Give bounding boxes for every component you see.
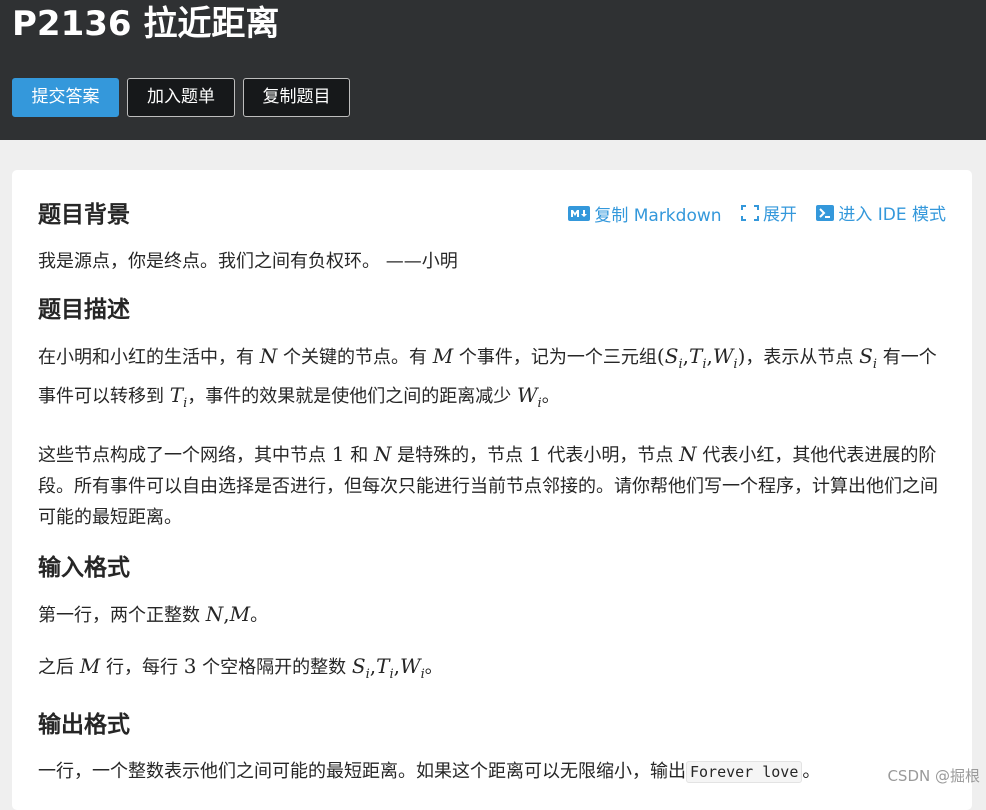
description-paragraph-2: 这些节点构成了一个网络，其中节点 1 和 N 是特殊的，节点 1 代表小明，节点… — [38, 439, 948, 533]
input-line-1: 第一行，两个正整数 N,M。 — [38, 599, 948, 631]
copy-problem-button[interactable]: 复制题目 — [243, 78, 350, 117]
math-w-i: Wi — [517, 383, 542, 407]
add-to-list-button[interactable]: 加入题单 — [127, 78, 235, 117]
background-heading: 题目背景 — [38, 198, 948, 232]
problem-title: P2136 拉近距离 — [12, 4, 279, 44]
math-n: N — [260, 344, 278, 368]
input-line-2: 之后 M 行，每行 3 个空格隔开的整数 Si,Ti,Wi。 — [38, 651, 948, 690]
input-heading: 输入格式 — [38, 551, 948, 585]
forever-love-code: Forever love — [686, 761, 802, 783]
description-paragraph-1: 在小明和小红的生活中，有 N 个关键的节点。有 M 个事件，记为一个三元组(Si… — [38, 341, 948, 419]
math-t-i: Ti — [170, 383, 188, 407]
description-heading: 题目描述 — [38, 293, 948, 327]
output-text: 一行，一个整数表示他们之间可能的最短距离。如果这个距离可以无限缩小，输出Fore… — [38, 756, 948, 788]
submit-answer-button[interactable]: 提交答案 — [12, 78, 119, 117]
problem-header: P2136 拉近距离 提交答案 加入题单 复制题目 — [0, 0, 986, 140]
output-heading: 输出格式 — [38, 708, 948, 742]
problem-card: 复制 Markdown 展开 进入 IDE 模式 题目背景 我是源点，你是终点。… — [12, 170, 972, 810]
watermark: CSDN @掘根 — [887, 765, 980, 786]
math-triple: (Si,Ti,Wi) — [657, 344, 745, 368]
math-m: M — [433, 344, 453, 368]
background-text: 我是源点，你是终点。我们之间有负权环。 ——小明 — [38, 246, 948, 277]
problem-content: 题目背景 我是源点，你是终点。我们之间有负权环。 ——小明 题目描述 在小明和小… — [38, 196, 948, 788]
math-s-i: Si — [859, 344, 877, 368]
